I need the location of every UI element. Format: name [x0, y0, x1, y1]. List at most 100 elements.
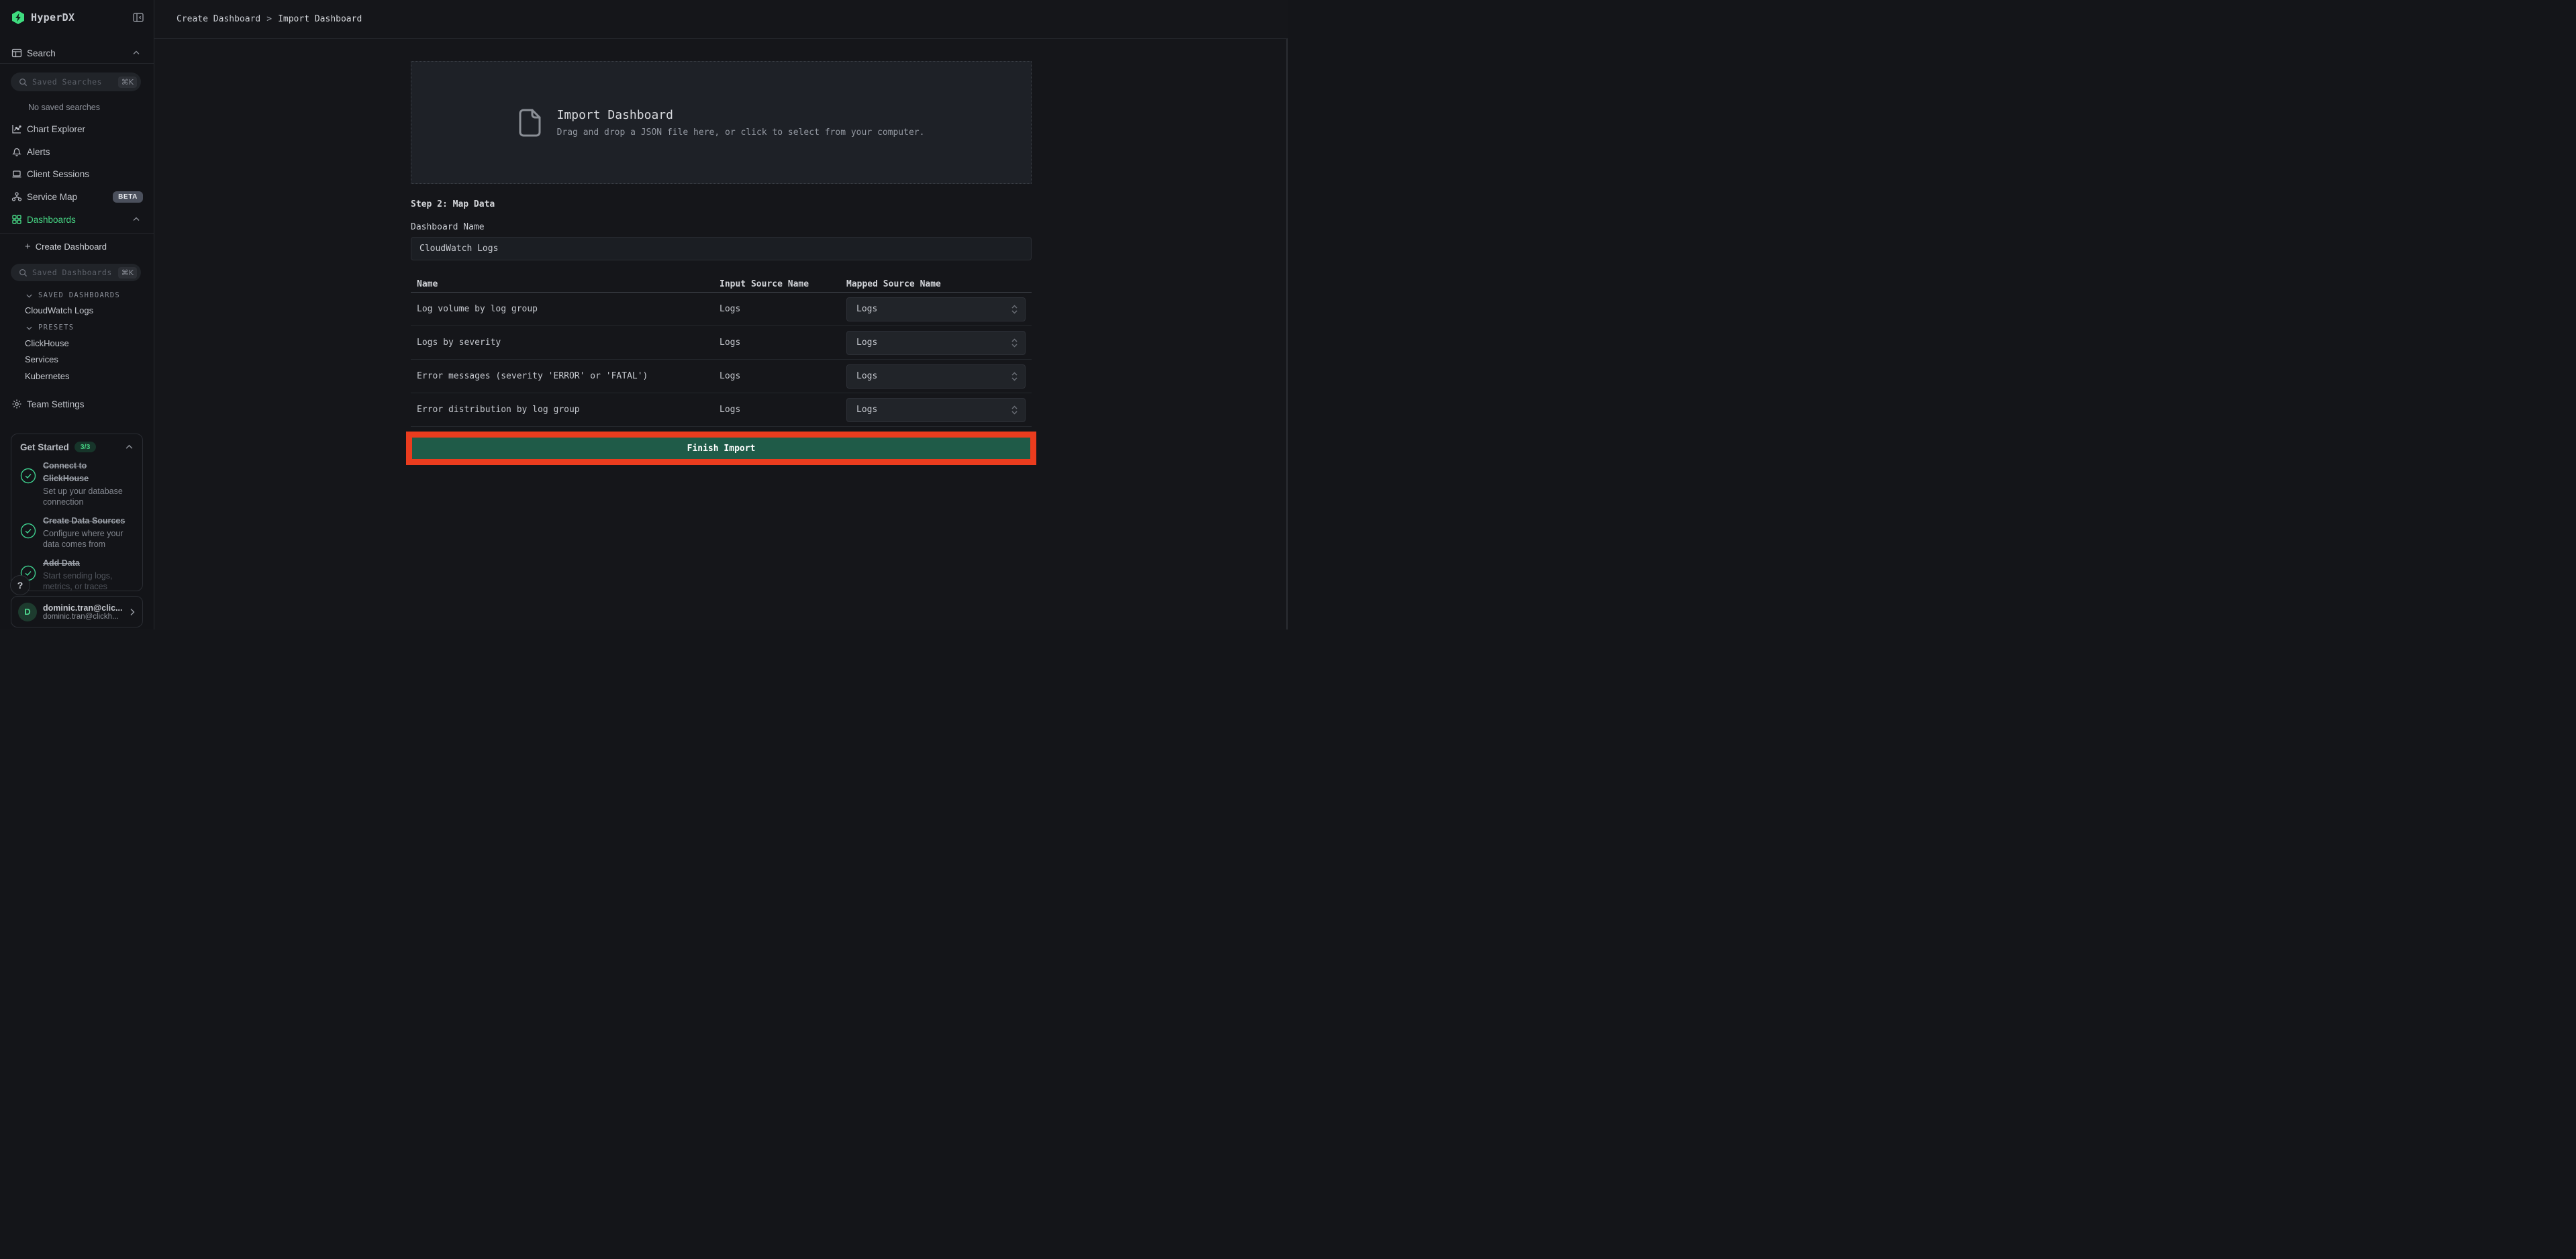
sidebar-item-service-map[interactable]: Service Map BETA: [0, 187, 154, 207]
tile-name: Log volume by log group: [417, 304, 720, 314]
create-dashboard-button[interactable]: + Create Dashboard: [0, 236, 154, 256]
user-email: dominic.tran@clickh...: [43, 613, 122, 621]
service-map-icon: [11, 191, 22, 202]
app-title: HyperDX: [31, 11, 75, 23]
shortcut-badge: ⌘K: [118, 77, 137, 88]
presets-section-header[interactable]: PRESETS: [26, 323, 148, 332]
chevron-down-icon: [26, 324, 33, 332]
get-started-card: Get Started 3/3 Connect to ClickHouse Se…: [11, 434, 143, 591]
mapped-source-select[interactable]: Logs: [846, 398, 1026, 422]
table-row: Log volume by log group Logs Logs: [411, 293, 1032, 326]
chevron-up-icon[interactable]: [132, 215, 140, 223]
sidebar-item-search[interactable]: Search: [0, 43, 154, 63]
sidebar-item-label: Team Settings: [27, 399, 85, 409]
mapped-source-select[interactable]: Logs: [846, 331, 1026, 355]
bell-icon: [11, 146, 22, 157]
breadcrumb-separator: >: [266, 14, 272, 24]
dropzone-title: Import Dashboard: [557, 108, 925, 122]
chart-explorer-icon: [11, 123, 22, 134]
saved-dashboards-section-header[interactable]: SAVED DASHBOARDS: [26, 291, 148, 299]
sidebar-item-team-settings[interactable]: Team Settings: [0, 394, 154, 414]
table-row: Error distribution by log group Logs Log…: [411, 393, 1032, 427]
chevron-down-icon: [26, 292, 33, 299]
mapped-source-select[interactable]: Logs: [846, 297, 1026, 321]
sidebar-item-chart-explorer[interactable]: Chart Explorer: [0, 119, 154, 139]
input-source-name: Logs: [720, 405, 846, 415]
saved-searches-input[interactable]: Saved Searches ⌘K: [11, 72, 141, 91]
check-circle-icon: [20, 468, 36, 484]
help-button[interactable]: ?: [10, 575, 30, 595]
chevron-up-icon[interactable]: [125, 443, 134, 452]
selected-source: Logs: [856, 405, 877, 415]
column-header-input-source: Input Source Name: [720, 279, 846, 289]
no-saved-searches-note: No saved searches: [28, 103, 147, 112]
get-started-title: Get Started: [20, 442, 69, 452]
check-circle-icon: [20, 523, 36, 539]
sidebar-item-kubernetes[interactable]: Kubernetes: [25, 371, 147, 381]
sidebar-item-label: Client Sessions: [27, 169, 89, 179]
task-title: Create Data Sources: [43, 516, 125, 525]
sidebar: HyperDX Search Saved Searches ⌘K No save…: [0, 0, 154, 630]
search-icon: [19, 268, 28, 277]
saved-dashboards-input[interactable]: Saved Dashboards ⌘K: [11, 264, 141, 281]
saved-searches-placeholder: Saved Searches: [32, 77, 102, 87]
sidebar-item-dashboards[interactable]: Dashboards: [0, 209, 154, 230]
annotation-highlight: Finish Import: [406, 432, 1036, 465]
table-header-row: Name Input Source Name Mapped Source Nam…: [411, 276, 1032, 293]
sidebar-item-services[interactable]: Services: [25, 354, 147, 364]
hyperdx-logo-icon: [11, 10, 26, 25]
tile-name: Logs by severity: [417, 338, 720, 348]
column-header-mapped-source: Mapped Source Name: [846, 279, 1032, 289]
avatar: D: [18, 603, 37, 621]
sidebar-item-client-sessions[interactable]: Client Sessions: [0, 164, 154, 184]
json-dropzone[interactable]: Import Dashboard Drag and drop a JSON fi…: [411, 61, 1032, 184]
chevron-up-icon[interactable]: [132, 49, 140, 57]
column-header-name: Name: [417, 279, 720, 289]
main-area: Create Dashboard > Import Dashboard Import…: [154, 0, 1288, 630]
sidebar-item-label: Search: [27, 48, 56, 58]
task-create-data-sources[interactable]: Create Data Sources Configure where your…: [20, 515, 134, 550]
search-section-icon: [11, 48, 22, 58]
file-icon: [518, 109, 541, 137]
search-icon: [19, 78, 28, 87]
sidebar-item-label: Service Map: [27, 192, 77, 202]
select-chevrons-icon: [1011, 304, 1018, 315]
top-bar: Create Dashboard > Import Dashboard: [154, 0, 1288, 39]
divider: [0, 63, 154, 64]
breadcrumb: Create Dashboard > Import Dashboard: [177, 14, 362, 24]
user-menu[interactable]: D dominic.tran@clic... dominic.tran@clic…: [11, 596, 143, 627]
step-heading: Step 2: Map Data: [411, 199, 1032, 209]
chevron-right-icon: [128, 607, 137, 617]
hyperdx-app: HyperDX Search Saved Searches ⌘K No save…: [0, 0, 1288, 630]
tile-name: Error distribution by log group: [417, 405, 720, 415]
saved-dashboards-placeholder: Saved Dashboards: [32, 268, 112, 277]
select-chevrons-icon: [1011, 338, 1018, 348]
dashboard-name-label: Dashboard Name: [411, 222, 1032, 232]
task-add-data[interactable]: Add Data Start sending logs, metrics, or…: [20, 557, 134, 591]
collapse-sidebar-icon[interactable]: [132, 11, 144, 23]
sidebar-item-clickhouse[interactable]: ClickHouse: [25, 338, 147, 348]
selected-source: Logs: [856, 304, 877, 314]
scrollbar[interactable]: [1286, 39, 1288, 630]
task-title: Connect to ClickHouse: [43, 461, 89, 483]
breadcrumb-create-dashboard[interactable]: Create Dashboard: [177, 14, 260, 24]
plus-icon: +: [25, 242, 31, 252]
get-started-header[interactable]: Get Started 3/3: [20, 442, 134, 452]
logo-row: HyperDX: [0, 5, 154, 30]
breadcrumb-import-dashboard: Import Dashboard: [278, 14, 362, 24]
sidebar-item-label: Chart Explorer: [27, 124, 85, 134]
finish-import-button[interactable]: Finish Import: [412, 438, 1030, 459]
mapped-source-select[interactable]: Logs: [846, 364, 1026, 389]
sidebar-item-label: Alerts: [27, 147, 50, 157]
dashboard-name-input[interactable]: [411, 237, 1032, 260]
input-source-name: Logs: [720, 338, 846, 348]
input-source-name: Logs: [720, 371, 846, 381]
task-connect-clickhouse[interactable]: Connect to ClickHouse Set up your databa…: [20, 460, 134, 507]
section-label: SAVED DASHBOARDS: [38, 291, 120, 299]
shortcut-badge: ⌘K: [118, 267, 137, 279]
sidebar-item-alerts[interactable]: Alerts: [0, 142, 154, 162]
tile-name: Error messages (severity 'ERROR' or 'FAT…: [417, 371, 720, 381]
section-label: PRESETS: [38, 323, 74, 332]
sidebar-item-cloudwatch-logs[interactable]: CloudWatch Logs: [25, 305, 147, 315]
progress-badge: 3/3: [75, 442, 97, 452]
